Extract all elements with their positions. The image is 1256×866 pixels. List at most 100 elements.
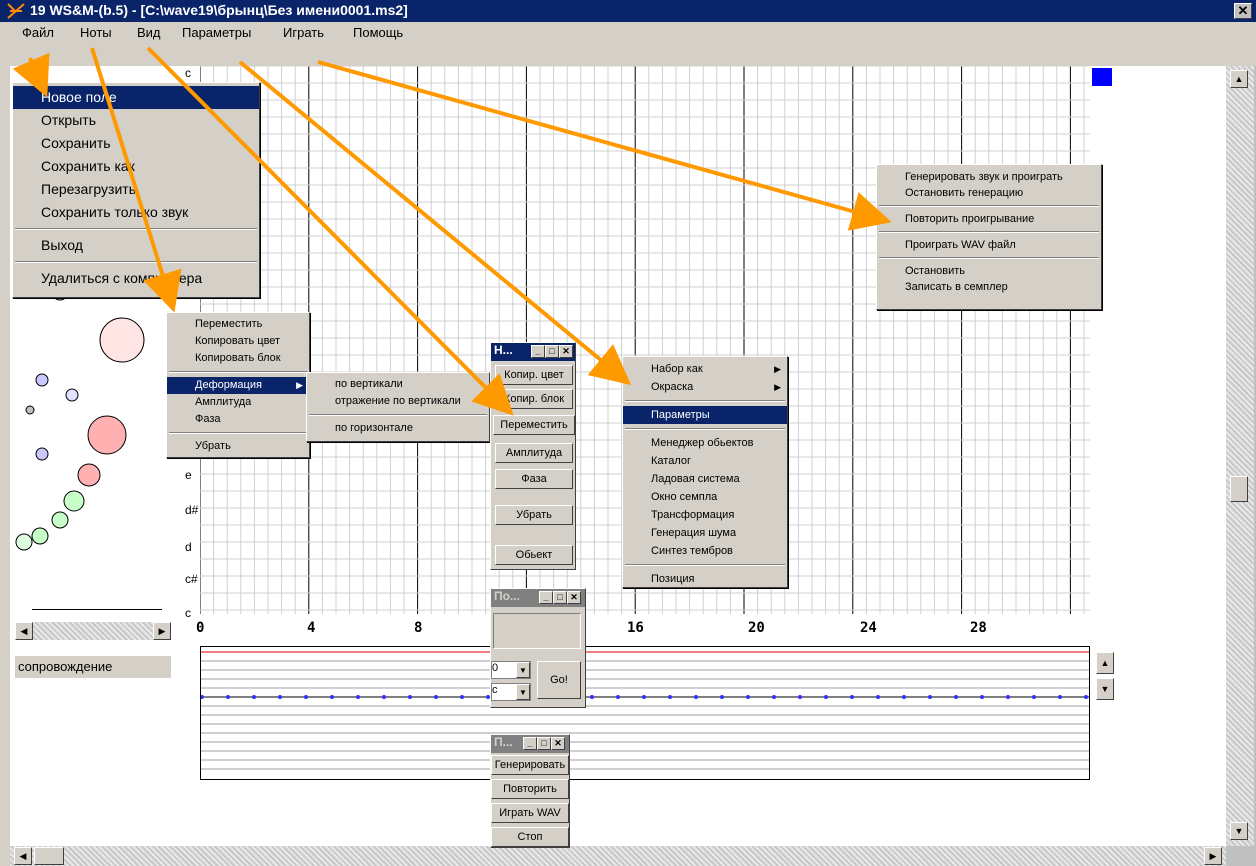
scroll-left-icon[interactable]: ◀ [15, 622, 33, 640]
menu-item-copy-color[interactable]: Копировать цвет [167, 333, 309, 350]
scroll-thumb[interactable] [1230, 476, 1248, 502]
menu-separator [879, 205, 1099, 207]
dropdown-arrow-icon: ▼ [516, 662, 530, 678]
menu-item-timbre-synth[interactable]: Синтез тембров [623, 542, 787, 560]
menu-item-play-wav[interactable]: Проиграть WAV файл [877, 237, 1101, 253]
menu-item-record-sampler[interactable]: Записать в семплер [877, 279, 1101, 295]
menu-item-vertical[interactable]: по вертикали [307, 376, 489, 393]
menu-item-reload[interactable]: Перезагрузить [13, 178, 259, 201]
dropdown-arrow-icon: ▼ [516, 684, 530, 700]
scroll-up-icon[interactable]: ▲ [1230, 70, 1248, 88]
staff-note [824, 695, 828, 699]
menu-parameters[interactable]: Параметры [182, 25, 251, 40]
scroll-right-icon[interactable]: ▶ [153, 622, 171, 640]
staff-note [954, 695, 958, 699]
staff-note [850, 695, 854, 699]
maximize-icon[interactable]: □ [553, 591, 567, 604]
accompaniment-label[interactable]: сопровождение [15, 656, 171, 678]
menu-item-coloring[interactable]: Окраска ▶ [623, 378, 787, 396]
stop-button[interactable]: Стоп [491, 827, 569, 847]
tool-window-titlebar[interactable]: По... _ □ ✕ [491, 589, 585, 607]
menu-item-copy-block[interactable]: Копировать блок [167, 350, 309, 367]
staff-note [746, 695, 750, 699]
menu-item-uninstall[interactable]: Удалиться с компьютера [13, 267, 259, 290]
staff-up-icon[interactable]: ▲ [1096, 652, 1114, 674]
menu-separator [625, 564, 785, 566]
menu-item-vertical-mirror[interactable]: отражение по вертикали [307, 393, 489, 410]
menu-separator [625, 400, 785, 402]
menu-bar: Файл Ноты Вид Параметры Играть Помощь [0, 22, 1256, 44]
maximize-icon[interactable]: □ [545, 345, 559, 358]
object-button[interactable]: Обьект [495, 545, 573, 565]
menu-item-save-as[interactable]: Сохранить как [13, 155, 259, 178]
parameters-menu: Набор как ▶ Окраска ▶ Параметры Менеджер о… [622, 356, 788, 588]
menu-item-position[interactable]: Позиция [623, 570, 787, 588]
menu-item-set-as[interactable]: Набор как ▶ [623, 360, 787, 378]
go-button[interactable]: Go! [537, 661, 581, 699]
minimize-icon[interactable]: _ [539, 591, 553, 604]
menu-item-new[interactable]: Новое поле [13, 86, 259, 109]
menu-separator [169, 371, 307, 373]
menu-item-generate-play[interactable]: Генерировать звук и проиграть [877, 169, 1101, 185]
phase-button[interactable]: Фаза [495, 469, 573, 489]
octave-select[interactable]: 0 ▼ [491, 661, 531, 679]
close-icon[interactable]: ✕ [567, 591, 581, 604]
menu-item-move[interactable]: Переместить [167, 316, 309, 333]
menu-help[interactable]: Помощь [353, 25, 403, 40]
maximize-icon[interactable]: □ [537, 737, 551, 750]
menu-item-parameters[interactable]: Параметры [623, 406, 787, 424]
menu-item-noise[interactable]: Генерация шума [623, 524, 787, 542]
menu-item-save[interactable]: Сохранить [13, 132, 259, 155]
preview-scrollbar[interactable]: ◀ ▶ [15, 622, 171, 640]
menu-file[interactable]: Файл [22, 25, 54, 40]
scroll-left-icon[interactable]: ◀ [14, 847, 32, 865]
minimize-icon[interactable]: _ [531, 345, 545, 358]
staff-note [408, 695, 412, 699]
menu-item-repeat-playback[interactable]: Повторить проигрывание [877, 211, 1101, 227]
menu-item-stop[interactable]: Остановить [877, 263, 1101, 279]
menu-item-remove[interactable]: Убрать [167, 438, 309, 455]
tool-window-titlebar[interactable]: П... _ □ ✕ [491, 735, 569, 753]
copy-color-button[interactable]: Копир. цвет [495, 365, 573, 385]
menu-item-mode-system[interactable]: Ладовая система [623, 470, 787, 488]
move-button[interactable]: Переместить [493, 415, 575, 435]
play-wav-button[interactable]: Играть WAV [491, 803, 569, 823]
menu-play[interactable]: Играть [283, 25, 324, 40]
menu-item-sample-window[interactable]: Окно семпла [623, 488, 787, 506]
menu-item-open[interactable]: Открыть [13, 109, 259, 132]
copy-block-button[interactable]: Копир. блок [495, 389, 573, 409]
minimize-icon[interactable]: _ [523, 737, 537, 750]
menu-item-horizontal[interactable]: по горизонтале [307, 420, 489, 437]
remove-button[interactable]: Убрать [495, 505, 573, 525]
repeat-button[interactable]: Повторить [491, 779, 569, 799]
staff-note [356, 695, 360, 699]
menu-item-amplitude[interactable]: Амплитуда [167, 394, 309, 411]
menu-item-phase[interactable]: Фаза [167, 411, 309, 428]
staff-down-icon[interactable]: ▼ [1096, 678, 1114, 700]
accompaniment-staff[interactable] [200, 646, 1090, 780]
menu-item-object-manager[interactable]: Менеджер обьектов [623, 434, 787, 452]
menu-view[interactable]: Вид [137, 25, 161, 40]
menu-item-exit[interactable]: Выход [13, 234, 259, 257]
menu-item-catalog[interactable]: Каталог [623, 452, 787, 470]
menu-separator [15, 261, 257, 263]
tool-window-titlebar[interactable]: Н... _ □ ✕ [491, 343, 575, 361]
menu-item-deformation[interactable]: Деформация ▶ [167, 377, 309, 394]
scroll-down-icon[interactable]: ▼ [1230, 822, 1248, 840]
menu-item-save-sound[interactable]: Сохранить только звук [13, 201, 259, 224]
close-icon[interactable]: ✕ [551, 737, 565, 750]
generate-button[interactable]: Генерировать [491, 755, 569, 775]
horizontal-scrollbar[interactable]: ◀ ▶ [10, 846, 1226, 866]
scroll-right-icon[interactable]: ▶ [1204, 847, 1222, 865]
close-icon[interactable]: ✕ [559, 345, 573, 358]
close-button[interactable]: ✕ [1234, 3, 1252, 19]
menu-item-transformation[interactable]: Трансформация [623, 506, 787, 524]
scroll-thumb[interactable] [34, 847, 64, 865]
menu-notes[interactable]: Ноты [80, 25, 112, 40]
menu-item-stop-generation[interactable]: Остановить генерацию [877, 185, 1101, 201]
amplitude-button[interactable]: Амплитуда [495, 443, 573, 463]
staff-note [902, 695, 906, 699]
note-select[interactable]: c ▼ [491, 683, 531, 701]
vertical-scrollbar[interactable]: ▲ ▼ [1226, 66, 1254, 846]
staff-note [668, 695, 672, 699]
